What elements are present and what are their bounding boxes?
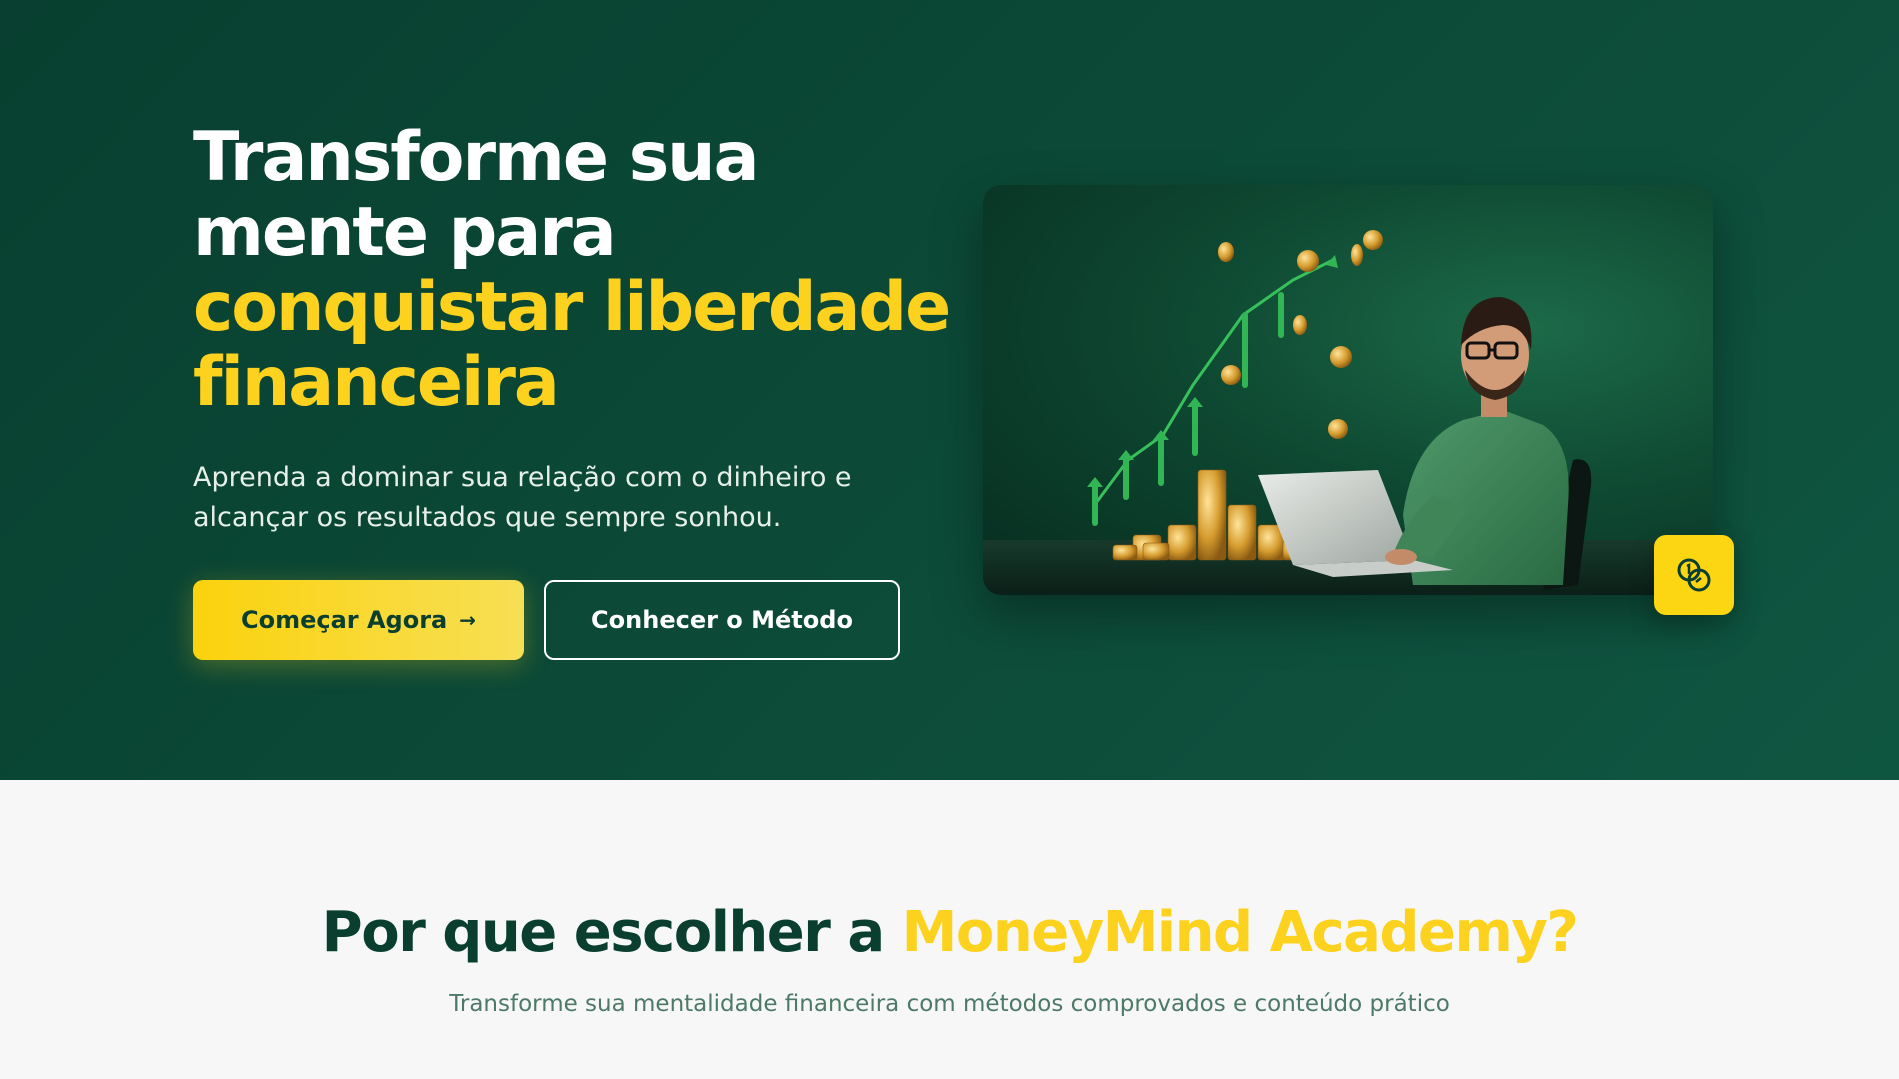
hero-title-line2: mente para	[193, 193, 617, 272]
why-title: Por que escolher a MoneyMind Academy?	[0, 900, 1899, 965]
start-now-label: Começar Agora	[240, 606, 448, 634]
why-subtitle: Transforme sua mentalidade financeira co…	[449, 991, 1450, 1017]
coins-icon	[1654, 535, 1734, 615]
why-title-prefix: Por que escolher a	[321, 900, 885, 965]
hero-subtitle: Aprenda a dominar sua relação com o dinh…	[193, 462, 852, 533]
hero-title-line1: Transforme sua	[193, 118, 759, 197]
why-section: Por que escolher a MoneyMind Academy? Tr…	[0, 780, 1899, 1079]
hero-content: Transforme sua mente para conquistar lib…	[193, 120, 953, 660]
learn-method-button[interactable]: Conhecer o Método	[544, 580, 900, 660]
hero-title-accent-line1: conquistar liberdade	[193, 268, 951, 347]
hero-title: Transforme sua mente para conquistar lib…	[193, 120, 953, 420]
hero-illustration	[983, 185, 1713, 595]
hero-title-accent-line2: financeira	[193, 343, 560, 422]
hero-section: Transforme sua mente para conquistar lib…	[0, 0, 1899, 780]
hero-buttons: Começar Agora → Conhecer o Método	[193, 580, 953, 660]
start-now-button[interactable]: Começar Agora →	[193, 580, 524, 660]
why-title-accent: MoneyMind Academy?	[901, 900, 1579, 965]
arrow-right-icon: →	[459, 608, 477, 632]
